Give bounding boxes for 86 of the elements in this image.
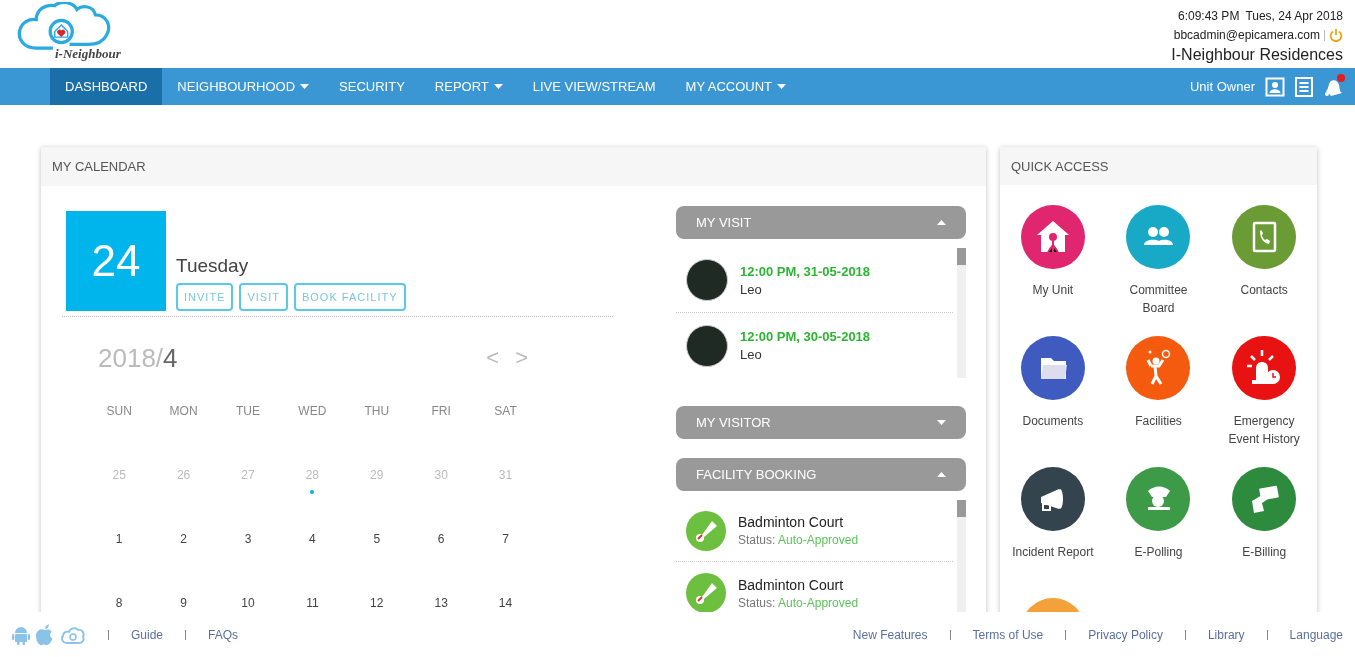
calendar-day[interactable]: 2 (180, 532, 187, 546)
nav-tab[interactable]: DASHBOARD (50, 68, 163, 105)
footer-link[interactable]: Language (1289, 627, 1343, 642)
user-role: Unit Owner (1189, 79, 1255, 94)
panel-header[interactable]: FACILITY BOOKING (676, 458, 966, 491)
shortcut-label[interactable]: E-Polling (1114, 543, 1203, 561)
weekday-header: THU (364, 404, 390, 418)
badminton-player-icon[interactable] (1126, 336, 1191, 400)
caret-up-icon (937, 220, 946, 225)
footer-link[interactable]: New Features (852, 627, 928, 642)
calendar-day[interactable]: 14 (498, 596, 513, 610)
nav-tab[interactable]: LIVE VIEW/STREAM (517, 68, 671, 105)
weekday-label: Tuesday (176, 255, 250, 277)
cloud-icon[interactable] (60, 625, 86, 644)
phonebook-icon[interactable] (1232, 205, 1297, 269)
shortcut-label[interactable]: Contacts (1220, 281, 1309, 299)
footer-link[interactable]: Privacy Policy (1088, 627, 1163, 642)
caret-down-icon (937, 420, 946, 425)
caret-up-icon (937, 472, 946, 477)
android-icon[interactable] (12, 624, 30, 645)
panel-header[interactable]: MY VISIT (676, 206, 966, 239)
calendar-day[interactable]: 12 (370, 596, 384, 610)
avatar-photo (686, 324, 728, 367)
booking-status: Status: Auto-Approved (738, 533, 859, 547)
visitor-name: Leo (740, 347, 763, 362)
calendar-day[interactable]: 8 (115, 596, 123, 610)
weekday-header: TUE (235, 404, 260, 418)
weekday-header: WED (298, 404, 327, 418)
residence-name: I-Neighbour Residences (1171, 46, 1343, 64)
calendar-day[interactable]: 11 (306, 596, 319, 610)
weekday-header: FRI (431, 404, 451, 418)
footer-link[interactable]: Terms of Use (972, 627, 1044, 642)
facility-name: Badminton Court (738, 514, 845, 530)
nav-tab[interactable]: REPORT (419, 68, 518, 105)
nav-tab[interactable]: NEIGHBOURHOOD (162, 68, 325, 105)
visitor-name: Leo (740, 281, 763, 297)
month-heading: 2018/4 (98, 342, 178, 374)
calendar-day[interactable]: 4 (309, 532, 316, 546)
weekday-header: MON (169, 404, 198, 418)
nav-tab[interactable]: SECURITY (324, 68, 420, 105)
house-icon[interactable] (1020, 205, 1085, 269)
avatar-photo (686, 259, 728, 301)
user-email: bbcadmin@epicamera.com (1173, 28, 1320, 42)
shortcut-label[interactable]: E-Billing (1220, 543, 1309, 561)
folder-icon[interactable] (1020, 336, 1085, 400)
shortcut-label[interactable]: Committee Board (1114, 281, 1203, 317)
shortcut-label[interactable]: My Unit (1008, 281, 1097, 299)
megaphone-icon[interactable] (1020, 467, 1085, 531)
scrollbar[interactable] (957, 500, 966, 612)
people-icon[interactable] (1126, 205, 1191, 269)
shortcut-label[interactable]: Emergency Event History (1220, 412, 1309, 448)
apple-icon[interactable] (35, 623, 55, 646)
calendar-day[interactable]: 13 (434, 596, 448, 610)
scrollbar[interactable] (957, 248, 966, 378)
panel-header[interactable]: MY VISITOR (676, 406, 966, 439)
facility-name: Badminton Court (738, 576, 845, 593)
shortcut-label[interactable]: Facilities (1114, 412, 1203, 430)
nav-tab[interactable]: MY ACCOUNT (670, 68, 801, 105)
calendar-day[interactable]: 6 (437, 532, 445, 546)
footer-link[interactable]: Library (1207, 627, 1245, 642)
siren-icon[interactable] (1232, 336, 1297, 400)
booking-status: Status: Auto-Approved (738, 595, 859, 610)
calendar-day[interactable]: 3 (244, 532, 252, 546)
list-icon[interactable] (1295, 76, 1313, 97)
calendar-day[interactable]: 9 (180, 596, 187, 610)
shortcut-label[interactable]: Incident Report (1008, 543, 1097, 561)
weekday-header: SUN (106, 404, 132, 418)
calendar-day[interactable]: 7 (502, 532, 509, 546)
clock-time: 6:09:43 PM (1178, 9, 1240, 23)
power-icon[interactable] (1329, 28, 1343, 42)
footer-link[interactable]: Guide (131, 627, 164, 642)
current-date: Tues, 24 Apr 2018 (1245, 9, 1343, 23)
card-title: MY CALENDAR (41, 147, 986, 186)
contact-card-icon[interactable] (1265, 76, 1285, 97)
calendar-day[interactable]: 10 (241, 596, 255, 610)
shuttlecock-icon (686, 510, 726, 551)
logo-text: i-Neighbour (55, 46, 121, 62)
calendar-day[interactable]: 5 (373, 532, 381, 546)
calendar-day[interactable]: 1 (115, 532, 123, 546)
visit-time: 12:00 PM, 30-05-2018 (740, 329, 871, 344)
footer-link[interactable]: FAQs (208, 627, 239, 642)
shortcut-label[interactable]: Documents (1008, 412, 1097, 430)
date-tile: 24 (66, 211, 166, 311)
card-title: QUICK ACCESS (1000, 147, 1317, 185)
weekday-header: SAT (494, 404, 517, 418)
visit-time: 12:00 PM, 31-05-2018 (740, 263, 871, 279)
